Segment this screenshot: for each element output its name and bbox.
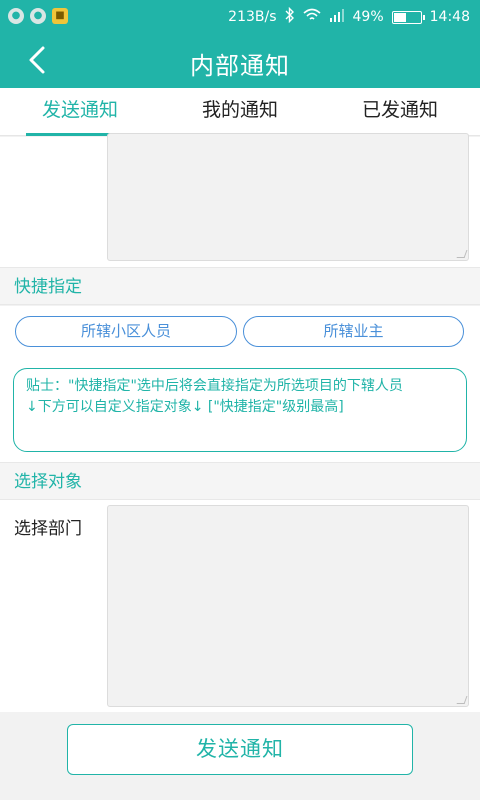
wifi-icon — [302, 8, 321, 26]
bluetooth-icon — [285, 6, 295, 27]
select-target-header: 选择对象 — [0, 462, 480, 500]
title-bar: 内部通知 — [0, 32, 480, 88]
content-input-row — [0, 133, 480, 267]
status-bar: ● ● ■ 213B/s 49% 14:48 — [0, 0, 480, 32]
bottom-bar: 发送通知 — [0, 712, 480, 800]
send-notice-button[interactable]: 发送通知 — [67, 724, 413, 775]
signal-icon — [329, 8, 345, 26]
notification-icon: ● — [8, 8, 24, 24]
tab-send-notice[interactable]: 发送通知 — [0, 88, 160, 136]
network-speed: 213B/s — [228, 9, 277, 25]
status-right: 213B/s 49% 14:48 — [228, 6, 470, 27]
tab-bar: 发送通知 我的通知 已发通知 — [0, 88, 480, 136]
select-department-label: 选择部门 — [14, 519, 82, 539]
page-title: 内部通知 — [190, 52, 290, 80]
quick-assign-owners-button[interactable]: 所辖业主 — [243, 316, 464, 347]
resize-grip-icon[interactable] — [456, 696, 468, 704]
tip-line-2: ↓下方可以自定义指定对象↓ ["快捷指定"级别最高] — [26, 399, 344, 415]
tab-my-notices[interactable]: 我的通知 — [160, 88, 320, 135]
battery-icon — [391, 10, 425, 24]
notification-icon: ● — [30, 8, 46, 24]
app-notification-icon: ■ — [52, 8, 68, 24]
select-department-row: 选择部门 — [0, 500, 480, 712]
clock: 14:48 — [429, 9, 470, 25]
tip-line-1: 贴士："快捷指定"选中后将会直接指定为所选项目的下辖人员 — [26, 378, 403, 394]
tip-area: 贴士："快捷指定"选中后将会直接指定为所选项目的下辖人员 ↓下方可以自定义指定对… — [0, 356, 480, 462]
notification-icons: ● ● ■ — [8, 8, 68, 24]
quick-assign-header: 快捷指定 — [0, 267, 480, 305]
battery-fill — [393, 12, 406, 22]
resize-grip-icon[interactable] — [456, 250, 468, 258]
battery-percent: 49% — [352, 9, 384, 25]
tip-box: 贴士："快捷指定"选中后将会直接指定为所选项目的下辖人员 ↓下方可以自定义指定对… — [13, 368, 467, 452]
content-textarea[interactable] — [107, 133, 469, 261]
quick-assign-community-staff-button[interactable]: 所辖小区人员 — [15, 316, 237, 347]
department-textarea[interactable] — [107, 505, 469, 707]
tab-sent-notices[interactable]: 已发通知 — [320, 88, 480, 135]
quick-assign-options: 所辖小区人员 所辖业主 — [0, 306, 480, 356]
